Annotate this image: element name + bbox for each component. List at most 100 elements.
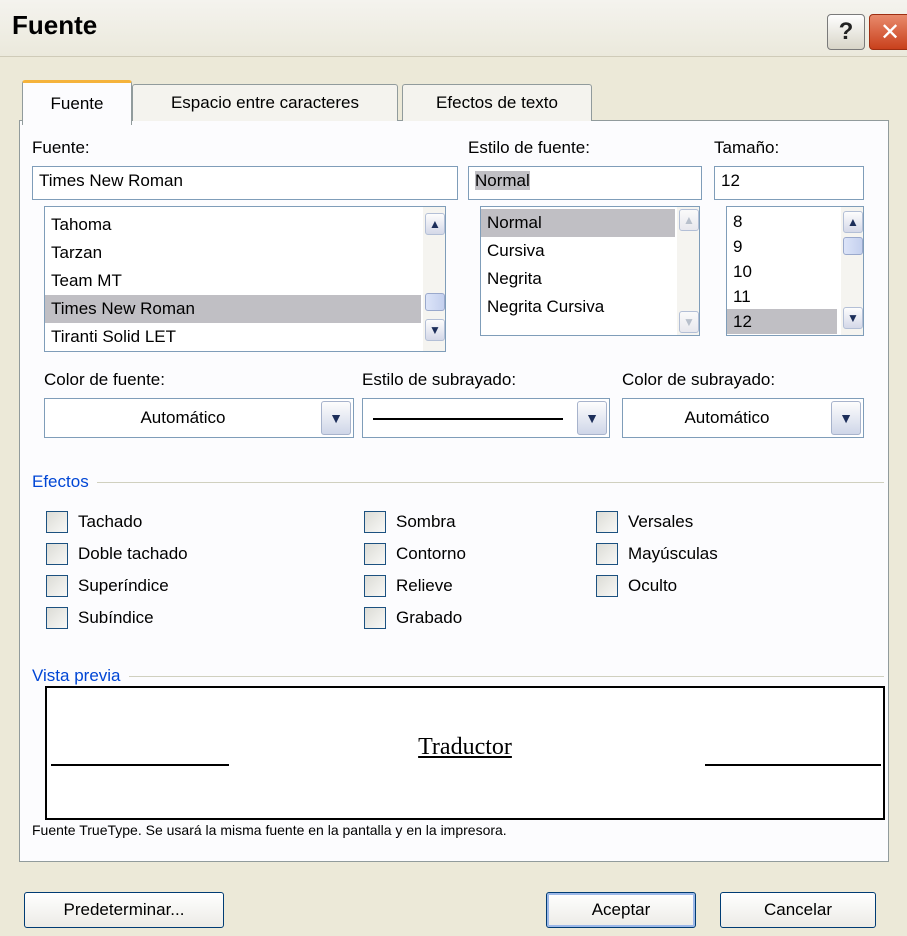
checkbox-tachado[interactable]: Tachado <box>46 506 188 538</box>
close-button[interactable]: ✕ <box>869 14 907 50</box>
list-item[interactable]: Cursiva <box>481 237 675 265</box>
checkbox-label: Tachado <box>78 512 143 531</box>
checkbox-box[interactable] <box>596 511 618 533</box>
chevron-down-icon: ▼ <box>847 311 859 325</box>
preview-divider <box>32 676 884 677</box>
checkbox-versales[interactable]: Versales <box>596 506 718 538</box>
list-item[interactable]: 9 <box>727 234 837 259</box>
style-list-scrollbar[interactable]: ▲ ▼ <box>677 207 699 335</box>
list-item[interactable]: Team MT <box>45 267 421 295</box>
preview-line-left <box>51 764 229 766</box>
checkbox-box[interactable] <box>364 511 386 533</box>
help-button[interactable]: ? <box>827 14 865 50</box>
font-label: Fuente: <box>32 138 90 157</box>
checkbox-contorno[interactable]: Contorno <box>364 538 466 570</box>
font-color-value: Automático <box>140 408 226 427</box>
list-item[interactable]: Negrita Cursiva <box>481 293 675 321</box>
chevron-down-icon: ▼ <box>683 315 695 329</box>
checkbox-box[interactable] <box>46 607 68 629</box>
dropdown-button[interactable]: ▼ <box>321 401 351 435</box>
dropdown-button[interactable]: ▼ <box>577 401 607 435</box>
size-list-scrollbar[interactable]: ▲ ▼ <box>841 207 863 335</box>
tab-label: Fuente <box>50 94 104 113</box>
font-input[interactable]: Times New Roman <box>32 166 458 200</box>
default-button[interactable]: Predeterminar... <box>24 892 224 928</box>
scroll-thumb[interactable] <box>843 237 863 255</box>
effects-title: Efectos <box>32 472 97 492</box>
effects-divider <box>32 482 884 483</box>
scroll-up-button[interactable]: ▲ <box>843 211 863 233</box>
list-item[interactable]: 10 <box>727 259 837 284</box>
underline-color-select[interactable]: Automático ▼ <box>622 398 864 438</box>
font-color-select[interactable]: Automático ▼ <box>44 398 354 438</box>
list-item[interactable]: 8 <box>727 209 837 234</box>
checkbox-box[interactable] <box>364 575 386 597</box>
size-list[interactable]: 8 9 10 11 12 ▲ ▼ <box>726 206 864 336</box>
list-item-selected[interactable]: Times New Roman <box>45 295 421 323</box>
list-item-selected[interactable]: Normal <box>481 209 675 237</box>
list-item[interactable]: Tahoma <box>45 211 421 239</box>
list-item[interactable]: Tarzan <box>45 239 421 267</box>
checkbox-label: Oculto <box>628 576 678 595</box>
checkbox-relieve[interactable]: Relieve <box>364 570 466 602</box>
checkbox-mayusculas[interactable]: Mayúsculas <box>596 538 718 570</box>
tab-label: Efectos de texto <box>436 93 558 112</box>
tab-efectos-de-texto[interactable]: Efectos de texto <box>402 84 592 121</box>
underline-color-value: Automático <box>684 408 770 427</box>
list-item[interactable]: Tiranti Solid LET <box>45 323 421 351</box>
font-list-scrollbar[interactable]: ▲ ▼ <box>423 207 445 351</box>
effects-col-3: Versales Mayúsculas Oculto <box>596 506 718 602</box>
style-list[interactable]: Normal Cursiva Negrita Negrita Cursiva ▲… <box>480 206 700 336</box>
tab-espacio-entre-caracteres[interactable]: Espacio entre caracteres <box>132 84 398 121</box>
preview-line-right <box>705 764 881 766</box>
scroll-down-button[interactable]: ▼ <box>679 311 699 333</box>
checkbox-box[interactable] <box>596 543 618 565</box>
scroll-down-button[interactable]: ▼ <box>843 307 863 329</box>
style-list-items: Normal Cursiva Negrita Negrita Cursiva <box>481 209 675 321</box>
style-label: Estilo de fuente: <box>468 138 590 157</box>
preview-box: Traductor <box>45 686 885 820</box>
checkbox-subindice[interactable]: Subíndice <box>46 602 188 634</box>
window-title: Fuente <box>12 10 98 40</box>
checkbox-label: Contorno <box>396 544 466 563</box>
checkbox-box[interactable] <box>596 575 618 597</box>
checkbox-doble-tachado[interactable]: Doble tachado <box>46 538 188 570</box>
style-input[interactable]: Normal <box>468 166 702 200</box>
checkbox-box[interactable] <box>46 575 68 597</box>
checkbox-box[interactable] <box>46 511 68 533</box>
size-list-items: 8 9 10 11 12 <box>727 209 837 334</box>
list-item-selected[interactable]: 12 <box>727 309 837 334</box>
checkbox-grabado[interactable]: Grabado <box>364 602 466 634</box>
scroll-down-button[interactable]: ▼ <box>425 319 445 341</box>
checkbox-box[interactable] <box>364 543 386 565</box>
checkbox-box[interactable] <box>46 543 68 565</box>
style-input-value: Normal <box>475 171 530 190</box>
size-input[interactable]: 12 <box>714 166 864 200</box>
chevron-up-icon: ▲ <box>847 215 859 229</box>
font-color-label: Color de fuente: <box>44 370 165 389</box>
checkbox-superindice[interactable]: Superíndice <box>46 570 188 602</box>
checkbox-box[interactable] <box>364 607 386 629</box>
scroll-up-button[interactable]: ▲ <box>425 213 445 235</box>
underline-style-select[interactable]: ▼ <box>362 398 610 438</box>
font-list[interactable]: Tahoma Tarzan Team MT Times New Roman Ti… <box>44 206 446 352</box>
title-bar[interactable] <box>0 0 907 57</box>
size-label: Tamaño: <box>714 138 780 157</box>
tab-fuente[interactable]: Fuente <box>22 80 132 125</box>
list-item[interactable]: Negrita <box>481 265 675 293</box>
list-item[interactable]: 11 <box>727 284 837 309</box>
effects-col-1: Tachado Doble tachado Superíndice Subínd… <box>46 506 188 634</box>
checkbox-sombra[interactable]: Sombra <box>364 506 466 538</box>
scroll-thumb[interactable] <box>425 293 445 311</box>
chevron-up-icon: ▲ <box>429 217 441 231</box>
checkbox-label: Mayúsculas <box>628 544 718 563</box>
cancel-button[interactable]: Cancelar <box>720 892 876 928</box>
underline-color-label: Color de subrayado: <box>622 370 776 389</box>
checkbox-label: Grabado <box>396 608 463 627</box>
checkbox-oculto[interactable]: Oculto <box>596 570 718 602</box>
checkbox-label: Sombra <box>396 512 456 531</box>
scroll-up-button[interactable]: ▲ <box>679 209 699 231</box>
dropdown-button[interactable]: ▼ <box>831 401 861 435</box>
ok-button[interactable]: Aceptar <box>546 892 696 928</box>
checkbox-label: Doble tachado <box>78 544 188 563</box>
